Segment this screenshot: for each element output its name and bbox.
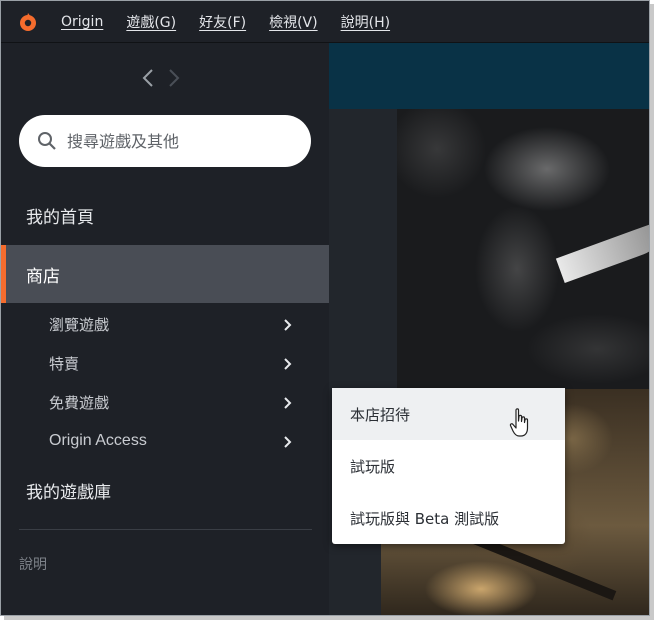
- sidebar-item-origin-access[interactable]: Origin Access: [1, 421, 329, 461]
- sidebar-help-link[interactable]: 說明: [19, 554, 47, 574]
- history-nav: [141, 67, 181, 89]
- search-icon: [37, 131, 57, 151]
- sidebar-item-home[interactable]: 我的首頁: [1, 186, 329, 244]
- window-shadow-bottom: [4, 616, 654, 620]
- menu-bar: Origin 遊戲(G) 好友(F) 檢視(V) 說明(H): [1, 1, 649, 43]
- sidebar-item-label: 瀏覽遊戲: [49, 315, 110, 334]
- sidebar-item-browse-games[interactable]: 瀏覽遊戲: [1, 304, 329, 344]
- menu-friends[interactable]: 好友(F): [199, 12, 246, 32]
- sidebar-item-label: 免費遊戲: [49, 393, 110, 412]
- origin-logo-icon[interactable]: [18, 12, 38, 32]
- menu-games[interactable]: 遊戲(G): [126, 12, 176, 32]
- chevron-left-icon[interactable]: [141, 67, 155, 89]
- hero-banner-strip: [329, 43, 649, 109]
- chevron-right-icon: [283, 357, 293, 371]
- window-shadow-right: [650, 4, 654, 620]
- chevron-right-icon[interactable]: [167, 67, 181, 89]
- menu-view[interactable]: 檢視(V): [269, 12, 318, 32]
- hand-pointer-icon: [508, 407, 532, 439]
- dropdown-item-demos-and-betas[interactable]: 試玩版與 Beta 測試版: [332, 492, 565, 544]
- chevron-right-icon: [283, 396, 293, 410]
- dropdown-item-demos[interactable]: 試玩版: [332, 440, 565, 492]
- sidebar: 我的首頁 商店 瀏覽遊戲 特賣 免費遊戲 Origin Access 我的遊戲庫…: [1, 43, 329, 615]
- menu-origin[interactable]: Origin: [61, 14, 103, 30]
- menu-help[interactable]: 說明(H): [341, 12, 390, 32]
- search-box[interactable]: [19, 115, 311, 167]
- game-hero-image[interactable]: [397, 109, 649, 389]
- chevron-right-icon: [283, 318, 293, 332]
- sidebar-item-label: Origin Access: [49, 432, 147, 449]
- sidebar-item-sale[interactable]: 特賣: [1, 343, 329, 383]
- sidebar-item-store[interactable]: 商店: [1, 245, 329, 303]
- chevron-right-icon: [283, 435, 293, 449]
- knife-artwork: [555, 220, 649, 284]
- search-input[interactable]: [67, 131, 287, 151]
- sidebar-item-label: 特賣: [49, 354, 80, 373]
- sidebar-item-library[interactable]: 我的遊戲庫: [1, 461, 329, 519]
- sidebar-divider: [19, 529, 312, 530]
- sidebar-item-free-games[interactable]: 免費遊戲: [1, 382, 329, 422]
